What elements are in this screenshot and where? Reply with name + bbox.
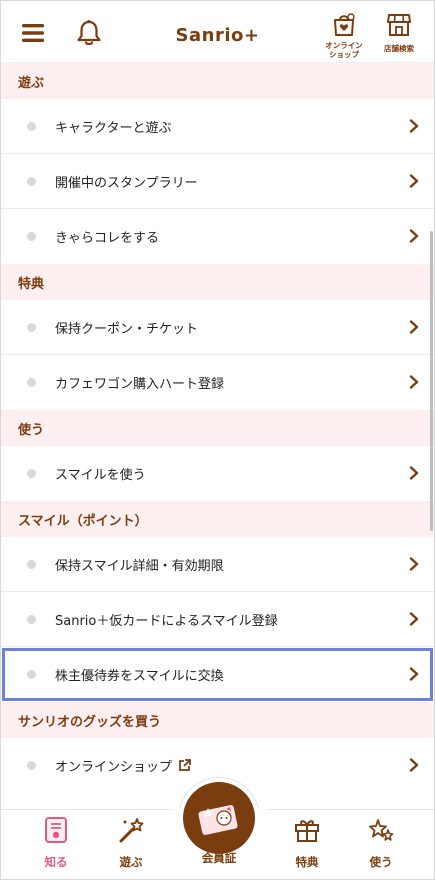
list-item-label: 保持クーポン・チケット xyxy=(55,321,199,337)
chevron-right-icon xyxy=(409,174,419,188)
member-card-button[interactable] xyxy=(183,782,255,854)
bullet-dot xyxy=(27,761,36,770)
list-item-label: 保持スマイル詳細・有効期限 xyxy=(55,558,224,574)
list-item-label: キャラクターと遊ぶ xyxy=(55,120,172,136)
nav-item-play[interactable]: 遊ぶ xyxy=(101,816,161,870)
store-search-button[interactable]: 店舗検索 xyxy=(374,11,424,61)
member-card-icon xyxy=(198,805,238,835)
external-link-icon xyxy=(179,759,191,771)
section-header-buy-goods: サンリオのグッズを買う xyxy=(1,702,434,738)
list-item-label: カフェワゴン購入ハート登録 xyxy=(55,377,225,392)
gift-icon xyxy=(295,820,319,842)
nav-label-member-card: 会員証 xyxy=(201,851,237,865)
list-item[interactable]: Sanrio＋仮カードによるスマイル登録 xyxy=(1,592,434,647)
online-shop-label-1: オンライン xyxy=(325,41,363,50)
list-item[interactable]: キャラクターと遊ぶ xyxy=(1,99,434,154)
nav-label-use: 使う xyxy=(369,855,393,869)
chevron-right-icon xyxy=(409,320,419,334)
magic-wand-icon xyxy=(119,818,144,843)
bullet-dot xyxy=(27,670,36,679)
section-header-use: 使う xyxy=(1,410,434,446)
bullet-dot xyxy=(27,469,36,478)
chevron-right-icon xyxy=(409,375,419,389)
app-logo[interactable]: Sanrio+ xyxy=(1,25,434,46)
nav-item-perks[interactable]: 特典 xyxy=(277,816,337,870)
list-item-label: 株主優待券をスマイルに交換 xyxy=(55,669,224,684)
nav-label-know: 知る xyxy=(44,855,68,869)
chevron-right-icon xyxy=(409,612,419,626)
list-item-selected[interactable]: 株主優待券をスマイルに交換 xyxy=(1,647,434,702)
list-item-label: きゃらコレをする xyxy=(55,231,160,246)
list-item-label: 開催中のスタンプラリー xyxy=(55,175,198,191)
list-item-label: スマイルを使う xyxy=(55,468,146,483)
section-header-play: 遊ぶ xyxy=(1,63,434,99)
chevron-right-icon xyxy=(409,758,419,772)
shopping-bag-heart-icon xyxy=(334,13,355,36)
section-header-smile-points: スマイル（ポイント） xyxy=(1,501,434,537)
list-item[interactable]: 保持スマイル詳細・有効期限 xyxy=(1,537,434,592)
chevron-right-icon xyxy=(409,557,419,571)
stars-icon xyxy=(369,819,394,841)
menu-list: 遊ぶ キャラクターと遊ぶ 開催中のスタンプラリー きゃらコレをする 特典 保持ク… xyxy=(1,63,434,793)
chevron-right-icon xyxy=(409,667,419,681)
bullet-dot xyxy=(27,378,36,387)
section-header-perks: 特典 xyxy=(1,264,434,300)
chevron-right-icon xyxy=(409,229,419,243)
scrollbar[interactable] xyxy=(430,231,433,531)
list-item-label-wrap: オンラインショップ xyxy=(55,756,191,775)
list-item[interactable]: スマイルを使う xyxy=(1,446,434,501)
store-icon xyxy=(387,14,411,36)
list-item[interactable]: きゃらコレをする xyxy=(1,209,434,264)
bullet-dot xyxy=(27,559,36,569)
top-header: Sanrio+ オンライン ショップ 店舗検索 xyxy=(1,1,434,63)
online-shop-label-2: ショップ xyxy=(329,50,359,59)
app-screen: Sanrio+ オンライン ショップ 店舗検索 遊ぶ キャラクターと遊ぶ 開催中… xyxy=(0,0,435,880)
list-item[interactable]: 開催中のスタンプラリー xyxy=(1,154,434,209)
book-icon xyxy=(45,817,67,843)
nav-item-know[interactable]: 知る xyxy=(26,816,86,870)
store-search-label: 店舗検索 xyxy=(384,44,414,53)
list-item[interactable]: カフェワゴン購入ハート登録 xyxy=(1,355,434,410)
nav-label-perks: 特典 xyxy=(295,855,319,869)
nav-label-play: 遊ぶ xyxy=(119,855,143,869)
bullet-dot xyxy=(27,121,36,131)
list-item-label: Sanrio＋仮カードによるスマイル登録 xyxy=(55,613,278,629)
nav-item-use[interactable]: 使う xyxy=(351,816,411,870)
list-item-label: オンラインショップ xyxy=(55,760,173,775)
bullet-dot xyxy=(27,232,36,241)
bullet-dot xyxy=(27,614,36,624)
online-shop-button[interactable]: オンライン ショップ xyxy=(319,11,369,61)
bullet-dot xyxy=(27,322,36,332)
bullet-dot xyxy=(27,176,36,186)
list-item[interactable]: 保持クーポン・チケット xyxy=(1,300,434,355)
chevron-right-icon xyxy=(409,466,419,480)
chevron-right-icon xyxy=(409,119,419,133)
